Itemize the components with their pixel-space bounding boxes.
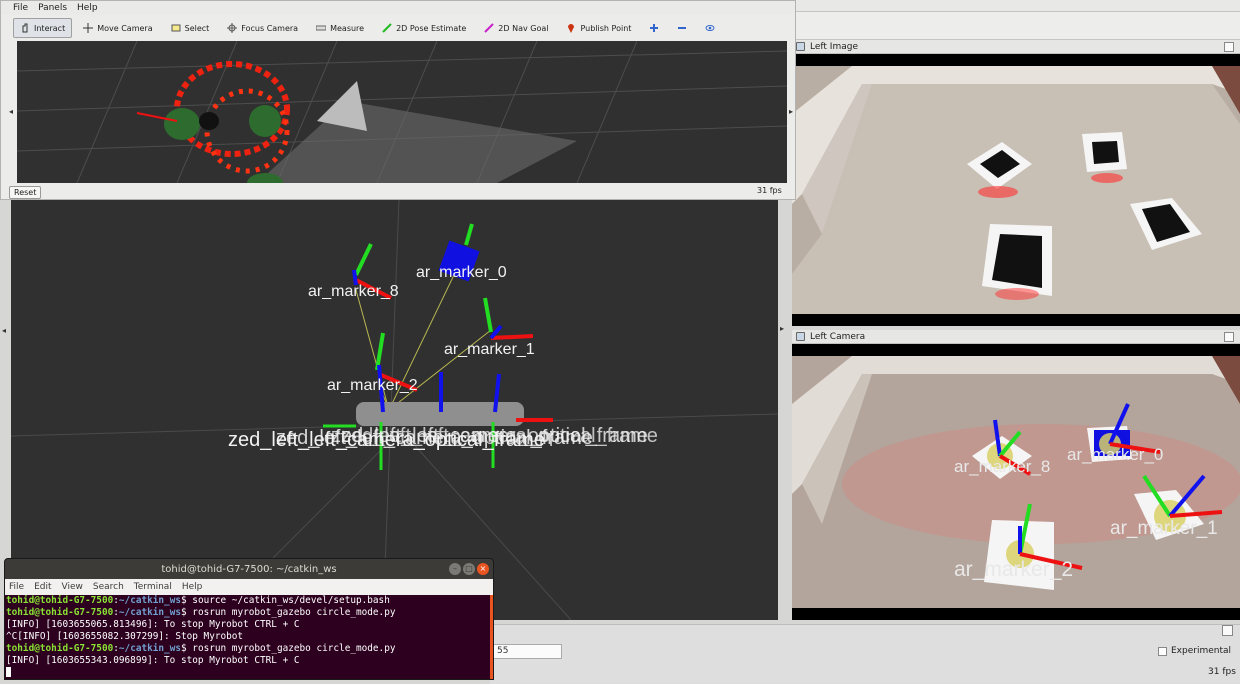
- panel-close-button[interactable]: [1224, 41, 1234, 52]
- select-icon: [171, 23, 181, 33]
- tool-interact[interactable]: Interact: [13, 18, 73, 38]
- eye-icon: [705, 23, 715, 33]
- terminal-line: tohid@tohid-G7-7500:~/catkin_ws$ rosrun …: [6, 607, 396, 618]
- frame-label: zed_left_left_camera_optical_frame: [341, 425, 658, 447]
- panel-title: Left Camera: [810, 331, 866, 342]
- fps-readout: 31 fps: [757, 186, 782, 195]
- marker-label: ar_marker_1: [444, 341, 535, 358]
- rviz-3d-view[interactable]: ar_marker_8 ar_marker_0 ar_marker_1 ar_m…: [11, 200, 778, 620]
- marker-label: ar_marker_8: [308, 283, 399, 300]
- collapse-right-icon[interactable]: ▸: [780, 324, 784, 333]
- experimental-toggle[interactable]: Experimental: [1158, 646, 1231, 656]
- collapse-right-icon[interactable]: ▸: [789, 107, 793, 116]
- terminal-title: tohid@tohid-G7-7500: ~/catkin_ws: [161, 563, 337, 575]
- terminal-line: [INFO] [1603655065.813496]: To stop Myro…: [6, 619, 300, 630]
- marker-2-axes: [375, 332, 418, 413]
- menu-file[interactable]: File: [13, 3, 28, 13]
- maximize-button[interactable]: □: [463, 563, 475, 575]
- terminal-scrollbar[interactable]: [490, 595, 493, 679]
- floating-3d-view[interactable]: [17, 41, 787, 183]
- menu-edit[interactable]: Edit: [34, 582, 51, 592]
- nav-goal-icon: [484, 23, 495, 33]
- tool-move-camera[interactable]: Move Camera: [76, 18, 159, 38]
- minimize-button[interactable]: –: [449, 563, 461, 575]
- minus-icon: [677, 23, 687, 33]
- plus-icon: [649, 23, 659, 33]
- terminal-line: [6, 667, 493, 679]
- tool-select[interactable]: Select: [164, 18, 217, 38]
- left-image-view: [792, 54, 1240, 326]
- reset-button[interactable]: Reset: [9, 186, 42, 199]
- add-tool-button[interactable]: [642, 18, 666, 38]
- panel-title: Left Image: [810, 41, 858, 52]
- remove-tool-button[interactable]: [670, 18, 694, 38]
- left-camera-panel: Left Camera ar_marker_8 ar_marker_0 ar_m…: [792, 330, 1240, 620]
- time-panel: [490, 624, 1240, 684]
- menu-panels[interactable]: Panels: [38, 3, 67, 13]
- tool-2d-pose-estimate[interactable]: 2D Pose Estimate: [375, 18, 473, 38]
- panel-close-button[interactable]: [1224, 331, 1234, 342]
- move-camera-icon: [83, 23, 94, 33]
- desktop: ar_marker_8 ar_marker_0 ar_marker_1 ar_m…: [0, 0, 1240, 684]
- tool-bar: Interact Move Camera Select Focus Camera…: [13, 17, 722, 39]
- menu-view[interactable]: View: [62, 582, 83, 592]
- image-panel-icon: [796, 42, 805, 51]
- menu-terminal[interactable]: Terminal: [134, 582, 172, 592]
- view-options-button[interactable]: [698, 18, 722, 38]
- menu-help[interactable]: Help: [77, 3, 98, 13]
- time-field[interactable]: 55: [490, 644, 562, 659]
- marker-1-axes: [483, 297, 534, 340]
- camera-marker-label: ar_marker_8: [954, 457, 1050, 476]
- terminal-menu-bar: File Edit View Search Terminal Help: [5, 579, 493, 595]
- terminal-line: tohid@tohid-G7-7500:~/catkin_ws$ rosrun …: [6, 643, 396, 654]
- floating-view-window: File Panels Help Interact Move Camera Se…: [0, 0, 796, 200]
- text-cursor: [6, 667, 11, 677]
- pose-estimate-icon: [382, 23, 392, 33]
- camera-marker-label: ar_marker_2: [954, 558, 1073, 581]
- terminal-line: [INFO] [1603655343.096899]: To stop Myro…: [6, 655, 300, 666]
- experimental-label: Experimental: [1171, 646, 1232, 656]
- measure-icon: [315, 23, 327, 33]
- panel-close-button[interactable]: [1222, 625, 1233, 636]
- tool-focus-camera[interactable]: Focus Camera: [220, 18, 305, 38]
- tool-publish-point[interactable]: Publish Point: [559, 18, 638, 38]
- menu-file[interactable]: File: [9, 582, 24, 592]
- camera-marker-label: ar_marker_1: [1110, 518, 1218, 539]
- terminal-line: ^C[INFO] [1603655082.307299]: Stop Myrob…: [6, 631, 244, 642]
- terminal-line: tohid@tohid-G7-7500:~/catkin_ws$ source …: [6, 595, 390, 606]
- focus-camera-icon: [227, 23, 238, 33]
- camera-panel-icon: [796, 332, 805, 341]
- terminal-window: tohid@tohid-G7-7500: ~/catkin_ws – □ × F…: [4, 558, 494, 680]
- collapse-left-icon[interactable]: ◂: [9, 107, 13, 116]
- rviz-toolbar-background: [796, 12, 1240, 40]
- fps-readout: 31 fps: [1208, 667, 1236, 677]
- marker-label: ar_marker_0: [416, 264, 507, 281]
- tool-2d-nav-goal[interactable]: 2D Nav Goal: [477, 18, 555, 38]
- menu-search[interactable]: Search: [93, 582, 124, 592]
- experimental-checkbox[interactable]: [1158, 646, 1167, 656]
- menu-help[interactable]: Help: [182, 582, 203, 592]
- marker-label: ar_marker_2: [327, 377, 418, 394]
- terminal-output[interactable]: tohid@tohid-G7-7500:~/catkin_ws$ source …: [5, 595, 493, 679]
- left-image-panel: Left Image: [792, 40, 1240, 326]
- rviz-titlebar: [796, 0, 1240, 12]
- camera-marker-label: ar_marker_0: [1067, 445, 1163, 464]
- close-button[interactable]: ×: [477, 563, 489, 575]
- menu-bar: File Panels Help: [1, 1, 795, 15]
- collapse-left-icon[interactable]: ◂: [2, 326, 6, 335]
- interact-icon: [20, 23, 30, 33]
- left-camera-view: ar_marker_8 ar_marker_0 ar_marker_1 ar_m…: [792, 344, 1240, 620]
- publish-point-icon: [566, 23, 576, 33]
- tool-measure[interactable]: Measure: [309, 18, 371, 38]
